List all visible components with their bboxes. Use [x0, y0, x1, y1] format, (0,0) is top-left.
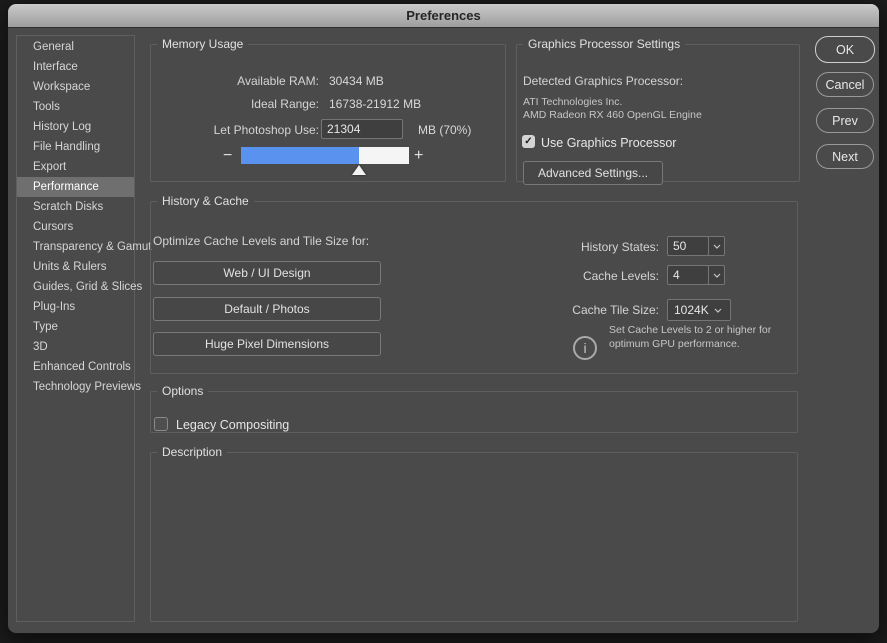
sidebar-item-transparency-gamut[interactable]: Transparency & Gamut: [17, 237, 151, 257]
cache-levels-input[interactable]: 4: [667, 265, 709, 285]
dialog-titlebar[interactable]: Preferences: [8, 4, 879, 28]
memory-slider-fill: [241, 147, 359, 164]
sidebar-item-type[interactable]: Type: [17, 317, 134, 337]
preset-default-photos-button[interactable]: Default / Photos: [153, 297, 381, 321]
sidebar-item-general[interactable]: General: [17, 37, 134, 57]
cache-tile-size-dropdown[interactable]: 1024K: [667, 299, 731, 321]
prev-button[interactable]: Prev: [816, 108, 874, 133]
sidebar-item-tools[interactable]: Tools: [17, 97, 134, 117]
memory-slider-thumb[interactable]: [352, 165, 366, 175]
options-section: Options Legacy Compositing: [150, 384, 798, 433]
memory-slider-increase[interactable]: +: [414, 147, 423, 165]
gpu-settings-section: Graphics Processor Settings Detected Gra…: [516, 37, 800, 185]
cache-tile-size-value: 1024K: [674, 303, 709, 317]
sidebar-item-3d[interactable]: 3D: [17, 337, 134, 357]
available-ram-value: 30434 MB: [329, 74, 384, 88]
sidebar-item-history-log[interactable]: History Log: [17, 117, 134, 137]
sidebar-item-performance[interactable]: Performance: [17, 177, 134, 197]
preset-web-ui-design-button[interactable]: Web / UI Design: [153, 261, 381, 285]
gpu-tip-line2: optimum GPU performance.: [609, 338, 740, 350]
let-photoshop-use-input[interactable]: 21304: [321, 119, 403, 139]
sidebar-item-plug-ins[interactable]: Plug-Ins: [17, 297, 134, 317]
use-gpu-checkbox[interactable]: ✓: [522, 135, 535, 148]
use-gpu-label: Use Graphics Processor: [541, 136, 677, 150]
options-title: Options: [162, 384, 204, 398]
sidebar-item-file-handling[interactable]: File Handling: [17, 137, 134, 157]
preferences-sidebar: General Interface Workspace Tools Histor…: [16, 35, 151, 622]
screen: Preferences General Interface Workspace …: [0, 0, 887, 643]
let-photoshop-use-label: Let Photoshop Use:: [213, 123, 319, 137]
sidebar-item-interface[interactable]: Interface: [17, 57, 134, 77]
history-cache-title: History & Cache: [162, 194, 249, 208]
next-button[interactable]: Next: [816, 144, 874, 169]
sidebar-item-export[interactable]: Export: [17, 157, 134, 177]
gpu-vendor-text: ATI Technologies Inc.: [523, 96, 623, 108]
dialog-title: Preferences: [406, 8, 481, 23]
legacy-compositing-label: Legacy Compositing: [176, 418, 290, 432]
ideal-range-label: Ideal Range:: [250, 97, 319, 111]
available-ram-label: Available RAM:: [237, 74, 319, 88]
legacy-compositing-checkbox[interactable]: [154, 417, 168, 431]
cache-levels-dropdown-button[interactable]: [708, 265, 725, 285]
info-icon: i: [573, 336, 597, 360]
optimize-cache-label: Optimize Cache Levels and Tile Size for:: [153, 234, 370, 248]
sidebar-item-cursors[interactable]: Cursors: [17, 217, 134, 237]
detected-gpu-label: Detected Graphics Processor:: [523, 74, 684, 88]
memory-usage-section: Memory Usage Available RAM: 30434 MB Ide…: [150, 37, 506, 182]
preferences-dialog: Preferences General Interface Workspace …: [8, 4, 879, 633]
memory-usage-title: Memory Usage: [162, 37, 244, 51]
history-cache-section: History & Cache Optimize Cache Levels an…: [150, 194, 798, 374]
sidebar-item-scratch-disks[interactable]: Scratch Disks: [17, 197, 134, 217]
history-states-label: History States:: [580, 240, 659, 254]
advanced-settings-button[interactable]: Advanced Settings...: [523, 161, 663, 185]
history-states-input[interactable]: 50: [667, 236, 709, 256]
sidebar-item-units-rulers[interactable]: Units & Rulers: [17, 257, 134, 277]
preset-huge-pixel-dimensions-button[interactable]: Huge Pixel Dimensions: [153, 332, 381, 356]
description-title: Description: [162, 445, 223, 459]
chevron-down-icon: [713, 273, 720, 278]
let-photoshop-use-suffix: MB (70%): [418, 123, 472, 137]
history-states-dropdown-button[interactable]: [708, 236, 725, 256]
memory-slider-track[interactable]: [241, 147, 409, 164]
chevron-down-icon: [713, 244, 720, 249]
chevron-down-icon: [714, 308, 722, 313]
cache-tile-size-label: Cache Tile Size:: [572, 303, 659, 317]
sidebar-item-guides-grid-slices[interactable]: Guides, Grid & Slices: [17, 277, 142, 297]
cache-levels-label: Cache Levels:: [582, 269, 659, 283]
gpu-settings-title: Graphics Processor Settings: [528, 37, 681, 51]
sidebar-item-enhanced-controls[interactable]: Enhanced Controls: [17, 357, 134, 377]
cancel-button[interactable]: Cancel: [816, 72, 874, 97]
sidebar-item-technology-previews[interactable]: Technology Previews: [17, 377, 141, 397]
checkmark-icon: ✓: [524, 136, 533, 147]
ideal-range-value: 16738-21912 MB: [329, 97, 422, 111]
gpu-tip-line1: Set Cache Levels to 2 or higher for: [609, 324, 772, 336]
ok-button[interactable]: OK: [815, 36, 875, 63]
sidebar-item-workspace[interactable]: Workspace: [17, 77, 134, 97]
memory-slider-decrease[interactable]: −: [223, 147, 232, 165]
description-section: Description: [150, 445, 798, 622]
gpu-device-text: AMD Radeon RX 460 OpenGL Engine: [523, 109, 702, 121]
